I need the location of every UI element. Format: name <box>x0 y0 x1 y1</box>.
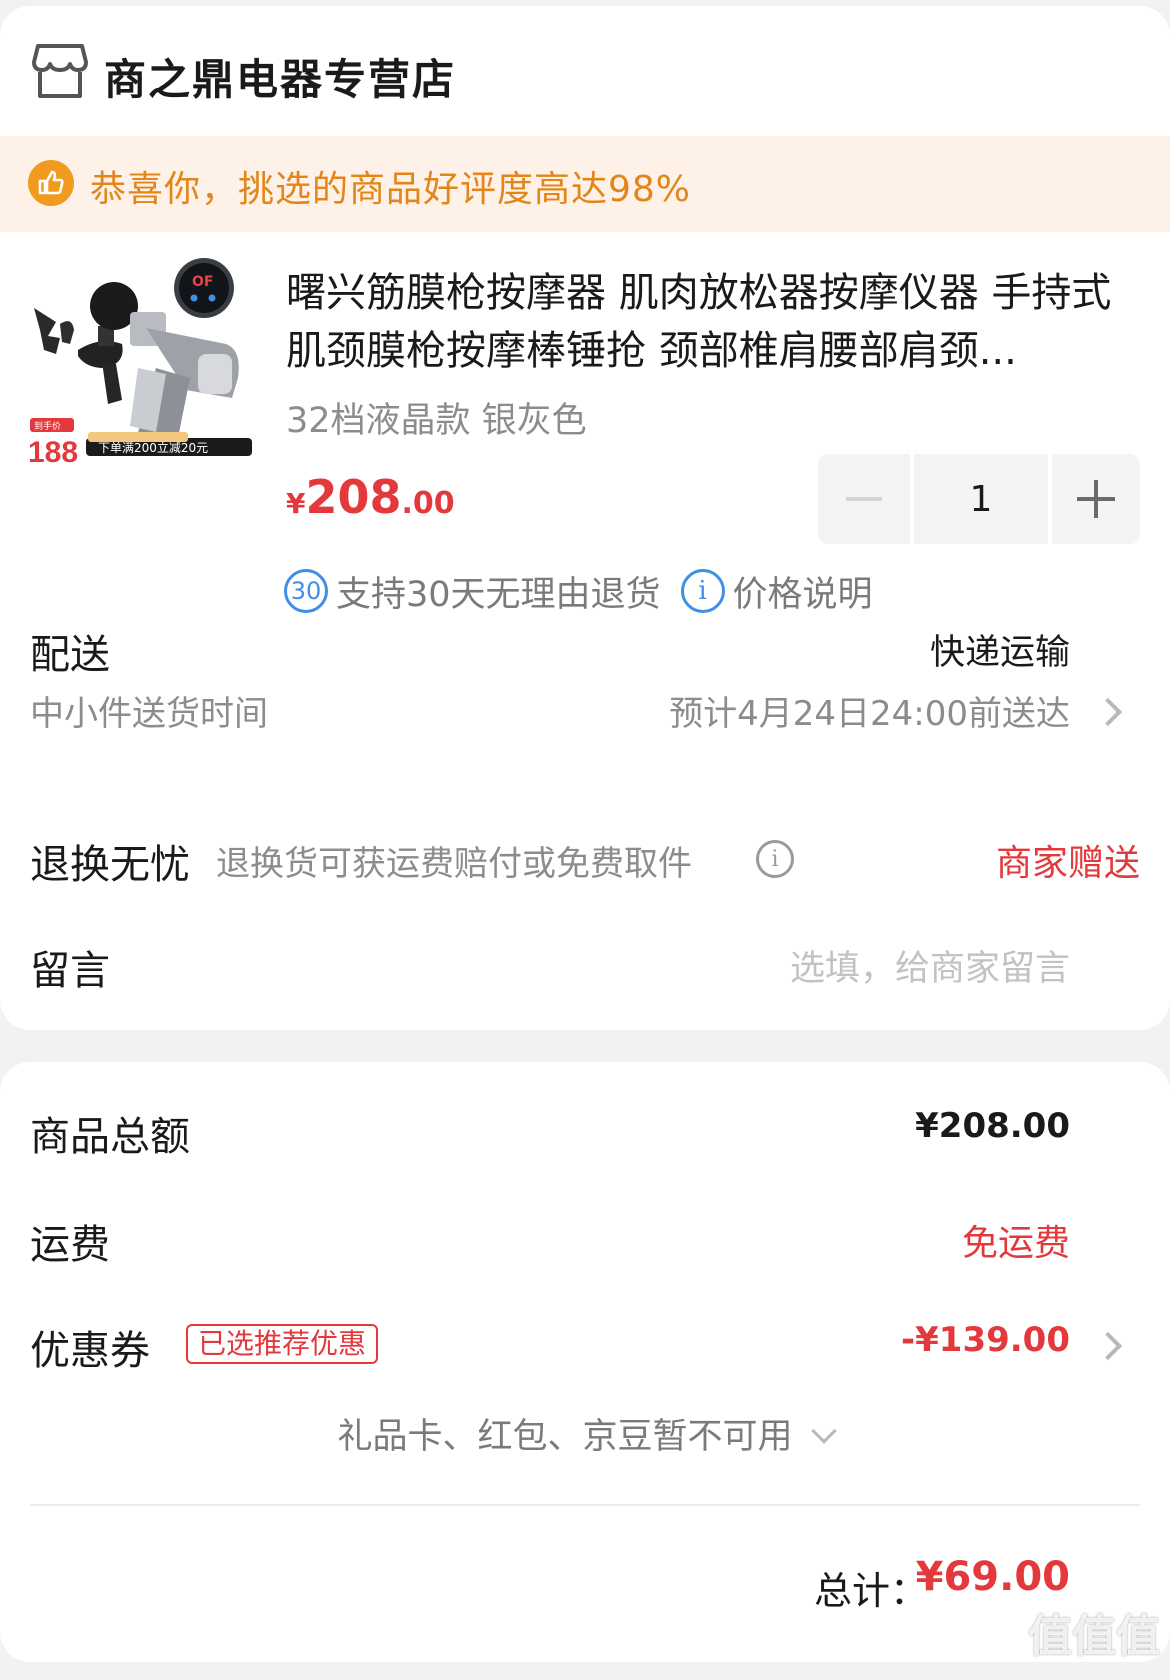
gift-card-toggle[interactable]: 礼品卡、红包、京豆暂不可用 <box>0 1408 1170 1459</box>
store-name[interactable]: 商之鼎电器专营店 <box>104 46 456 107</box>
product-title[interactable]: 曙兴筋膜枪按摩器 肌肉放松器按摩仪器 手持式肌颈膜枪按摩棒锤抢 颈部椎肩腰部肩颈… <box>286 264 1132 380</box>
watermark: 值值值 <box>1028 1611 1160 1662</box>
increase-quantity-button[interactable] <box>1052 454 1140 544</box>
shipping-value: 免运费 <box>961 1223 1070 1264</box>
return-30-day-icon: 30 <box>284 569 328 613</box>
delivery-label: 配送 <box>30 632 110 678</box>
chevron-down-icon <box>810 1418 837 1444</box>
delivery-eta: 预计4月24日24:00前送达 <box>669 694 1070 734</box>
return-worry-free-label: 退换无忧 <box>30 842 190 888</box>
chevron-right-icon[interactable] <box>1093 1331 1123 1361</box>
chevron-right-icon[interactable] <box>1093 697 1123 727</box>
rating-banner: 恭喜你，挑选的商品好评度高达98% <box>0 136 1170 232</box>
info-icon[interactable]: i <box>756 840 794 878</box>
thumbs-up-icon <box>28 160 74 206</box>
divider <box>30 1504 1140 1506</box>
goods-total-label: 商品总额 <box>30 1114 190 1160</box>
shipping-label: 运费 <box>30 1222 110 1268</box>
total-label: 总计： <box>814 1569 929 1613</box>
return-worry-free-desc: 退换货可获运费赔付或免费取件 <box>216 844 692 884</box>
quantity-stepper: 1 <box>818 454 1140 544</box>
order-item-card: 商之鼎电器专营店 恭喜你，挑选的商品好评度高达98% OF 到手价 188 下单… <box>0 6 1170 1030</box>
message-label: 留言 <box>30 948 110 994</box>
coupon-label: 优惠券 <box>30 1328 150 1374</box>
product-image[interactable]: OF 到手价 188 下单满200立减20元 <box>26 258 256 498</box>
delivery-method: 快递运输 <box>929 633 1070 673</box>
decrease-quantity-button[interactable] <box>818 454 910 544</box>
store-header[interactable]: 商之鼎电器专营店 <box>0 6 1170 136</box>
delivery-time-label: 中小件送货时间 <box>30 694 268 734</box>
price-info-link[interactable]: 价格说明 <box>733 566 873 617</box>
message-input[interactable]: 选填，给商家留言 <box>790 940 1070 991</box>
image-price-label: 到手价 <box>34 420 61 432</box>
quantity-input[interactable]: 1 <box>914 454 1048 544</box>
product-variant[interactable]: 32档液晶款 银灰色 <box>286 392 587 443</box>
service-row: 30 支持30天无理由退货 i 价格说明 <box>284 566 873 617</box>
return-worry-free-value: 商家赠送 <box>995 843 1140 884</box>
goods-total-value: ¥208.00 <box>915 1106 1070 1146</box>
gift-note: 礼品卡、红包、京豆暂不可用 <box>337 1417 793 1457</box>
order-summary-card: 商品总额 ¥208.00 运费 免运费 优惠券 已选推荐优惠 -¥139.00 … <box>0 1062 1170 1662</box>
coupon-value: -¥139.00 <box>901 1320 1070 1360</box>
price-currency: ¥ <box>286 487 306 520</box>
price-integer: 208 <box>305 470 402 524</box>
rating-text: 恭喜你，挑选的商品好评度高达98% <box>90 169 692 210</box>
price-decimal: .00 <box>401 486 455 521</box>
minus-icon <box>846 497 882 501</box>
store-icon <box>32 44 88 98</box>
return-policy-text[interactable]: 支持30天无理由退货 <box>336 566 661 617</box>
plus-icon <box>1077 480 1115 518</box>
product-price: ¥208.00 <box>286 470 455 524</box>
svg-text:OF: OF <box>192 274 213 290</box>
image-promo: 下单满200立减20元 <box>98 440 208 455</box>
coupon-tag: 已选推荐优惠 <box>186 1324 379 1364</box>
total-value: ¥69.00 <box>915 1554 1070 1600</box>
image-price: 188 <box>28 436 78 469</box>
info-icon[interactable]: i <box>680 569 725 613</box>
